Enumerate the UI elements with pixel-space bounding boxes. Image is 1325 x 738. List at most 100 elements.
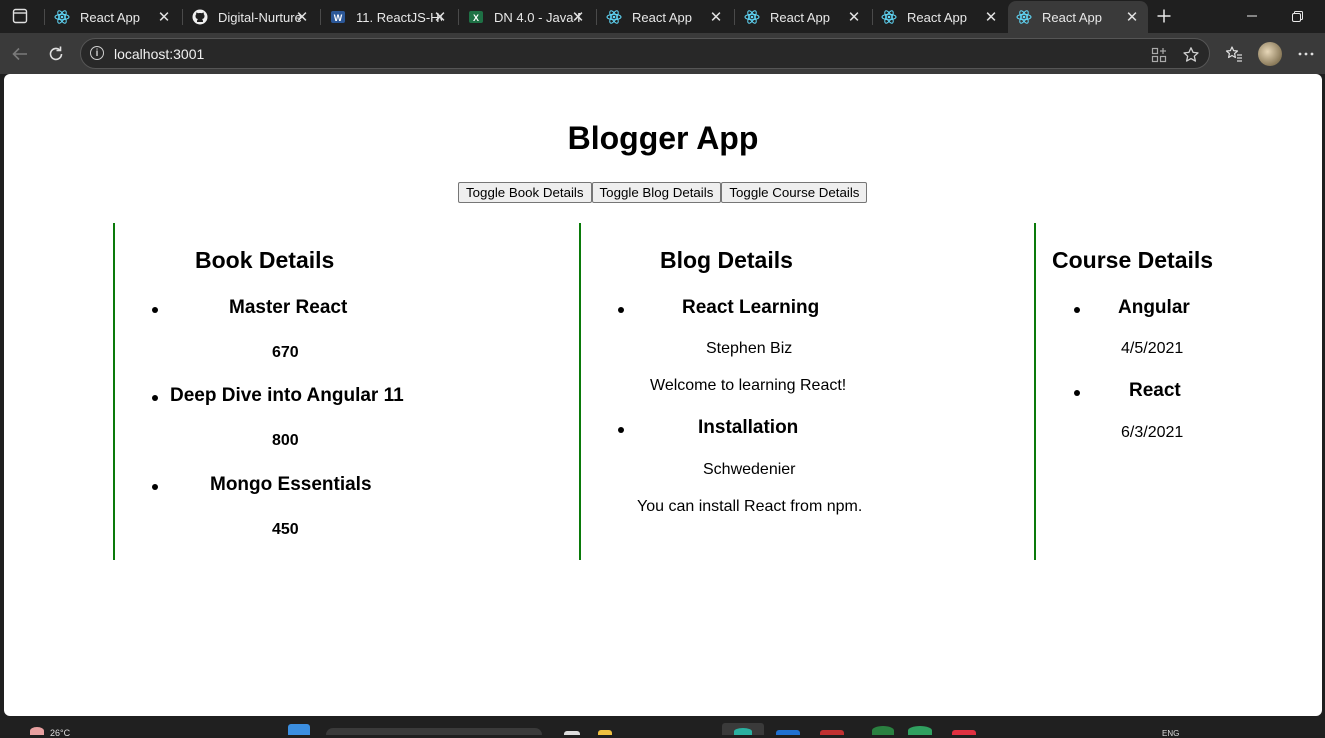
excel-icon: X [468,9,484,25]
page-title: Blogger App [567,120,759,156]
language-indicator[interactable]: ENG [1162,729,1179,738]
close-icon[interactable]: ✕ [844,7,864,27]
react-icon [54,9,70,25]
reload-button[interactable] [42,40,70,68]
address-bar[interactable]: i localhost:3001 [80,38,1210,69]
app-icon[interactable] [952,730,976,735]
tab-separator [734,9,735,25]
new-tab-button[interactable] [1151,4,1177,28]
minimize-button[interactable] [1229,0,1275,32]
tab-react-app-1[interactable]: React App ✕ [46,2,180,32]
restore-button[interactable] [1275,0,1319,32]
tab-github[interactable]: Digital-Nurture ✕ [184,2,318,32]
folder-icon[interactable] [598,730,612,735]
plus-icon [1157,9,1171,23]
minimize-icon [1247,15,1257,17]
weather-icon[interactable] [30,727,44,735]
word-icon: W [330,9,346,25]
list-bullet [152,307,158,313]
tab-react-app-3[interactable]: React App ✕ [736,2,870,32]
react-icon [606,9,622,25]
book-details-section: Book Details Master React 670 Deep Dive … [113,223,579,560]
tab-word-doc[interactable]: W 11. ReactJS-HO ✕ [322,2,456,32]
toggle-blog-details-button[interactable]: Toggle Blog Details [591,182,722,203]
info-icon[interactable]: i [90,46,104,60]
tab-react-app-2[interactable]: React App ✕ [598,2,732,32]
section-heading: Book Details [195,247,335,273]
book-title: Deep Dive into Angular 11 [170,385,404,406]
book-price: 670 [272,344,299,361]
task-view-icon[interactable] [564,731,580,735]
arrow-left-icon [12,47,27,61]
page-viewport: Blogger App Toggle Book Details Toggle B… [4,74,1322,716]
windows-start-icon[interactable] [288,724,310,735]
tab-separator [458,9,459,25]
tab-react-app-active[interactable]: React App ✕ [1008,1,1148,33]
tab-excel-doc[interactable]: X DN 4.0 - Java F ✕ [460,2,594,32]
search-box[interactable] [326,728,542,735]
tab-strip: React App ✕ Digital-Nurture ✕ W 11. Reac… [0,0,1325,33]
close-icon[interactable]: ✕ [292,7,312,27]
browser-toolbar: i localhost:3001 [0,33,1325,74]
course-name: Angular [1118,297,1190,318]
course-date: 6/3/2021 [1121,424,1184,441]
blog-author: Stephen Biz [706,340,793,357]
close-icon[interactable]: ✕ [706,7,726,27]
vscode-icon[interactable] [776,730,800,735]
course-details-section: Course Details Angular 4/5/2021 React 6/… [1034,223,1274,560]
react-icon [1016,9,1032,25]
close-icon[interactable]: ✕ [981,7,1001,27]
svg-text:W: W [334,13,343,23]
tab-separator [320,9,321,25]
close-icon[interactable]: ✕ [568,7,588,27]
close-icon[interactable]: ✕ [1122,7,1142,27]
close-icon[interactable]: ✕ [154,7,174,27]
svg-text:X: X [473,13,479,23]
star-icon[interactable] [1181,45,1201,65]
app-available-icon[interactable] [1149,45,1169,65]
blog-title: React Learning [682,297,820,318]
tab-actions-icon[interactable] [6,3,34,29]
toggle-course-details-button[interactable]: Toggle Course Details [721,182,868,203]
course-name: React [1129,380,1181,401]
whatsapp-icon[interactable] [908,726,932,735]
chrome-icon[interactable] [872,726,894,735]
section-heading: Course Details [1052,247,1214,273]
edge-icon [734,728,752,735]
react-icon [744,9,760,25]
book-price: 800 [272,432,299,449]
github-icon [192,9,208,25]
toggle-button-group: Toggle Book Details Toggle Blog Details … [458,182,868,203]
list-bullet [152,484,158,490]
back-button[interactable] [6,40,34,68]
book-price: 450 [272,521,299,538]
close-icon[interactable]: ✕ [430,7,450,27]
blog-details-section: Blog Details React Learning Stephen Biz … [579,223,1034,560]
blog-content: Welcome to learning React! [650,377,847,394]
book-title: Master React [229,297,348,318]
tab-separator [44,9,45,25]
book-title: Mongo Essentials [210,474,372,495]
tab-react-app-4[interactable]: React App ✕ [873,2,1007,32]
section-heading: Blog Details [660,247,793,273]
list-bullet [152,395,158,401]
more-menu-icon[interactable] [1292,40,1320,68]
app-icon[interactable] [820,730,844,735]
restore-icon [1291,10,1303,22]
list-bullet [1074,307,1080,313]
list-bullet [618,307,624,313]
course-date: 4/5/2021 [1121,340,1184,357]
favorites-icon[interactable] [1220,40,1248,68]
taskbar: 26°C ENG [0,718,1325,738]
tab-separator [182,9,183,25]
blog-title: Installation [698,417,799,438]
address-url[interactable]: localhost:3001 [114,46,204,62]
reload-icon [49,46,63,61]
blog-content: You can install React from npm. [637,498,863,515]
avatar[interactable] [1258,42,1282,66]
list-bullet [618,427,624,433]
toggle-book-details-button[interactable]: Toggle Book Details [458,182,592,203]
react-icon [881,9,897,25]
blog-author: Schwedenier [703,461,796,478]
weather-temperature[interactable]: 26°C [50,728,70,738]
